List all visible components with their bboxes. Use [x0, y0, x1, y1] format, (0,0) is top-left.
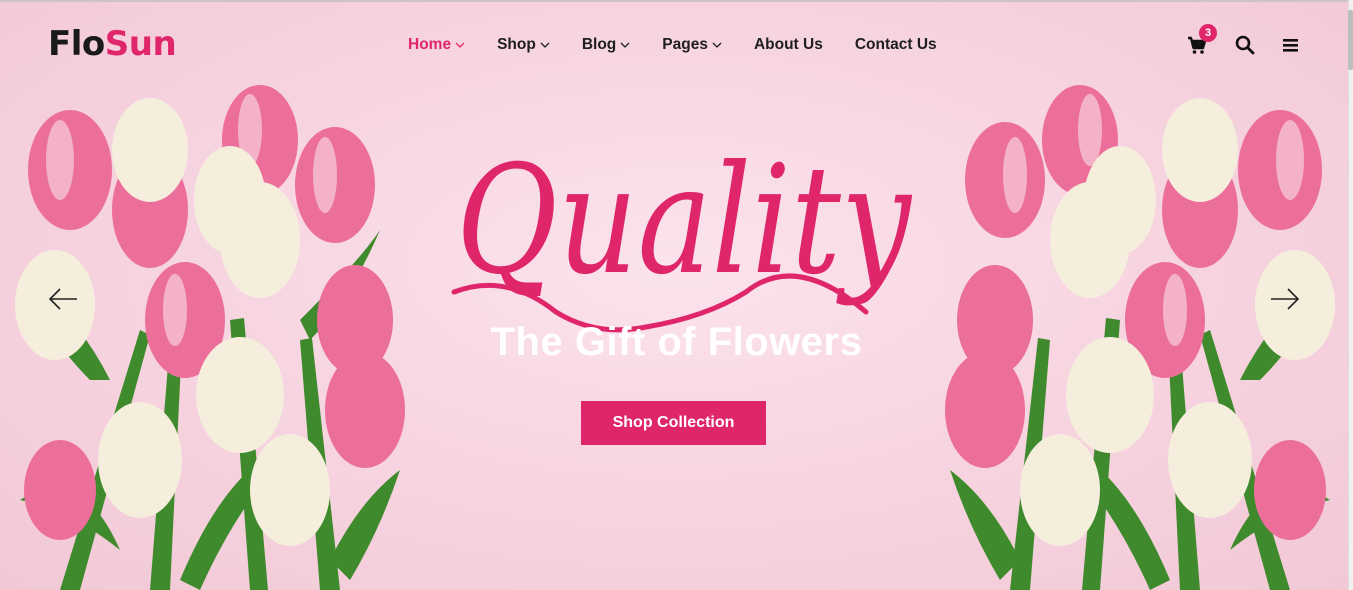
chevron-down-icon [455, 41, 465, 49]
hero-script-heading-text: Quality [456, 134, 913, 308]
nav-item-label: Contact Us [854, 36, 937, 53]
nav-item-about-us[interactable]: About Us [754, 36, 823, 54]
arrow-right-icon[interactable] [1270, 287, 1300, 311]
nav-item-blog[interactable]: Blog [582, 36, 630, 54]
top-border [0, 0, 1353, 2]
nav-item-pages[interactable]: Pages [662, 36, 722, 54]
hamburger-menu-icon [1283, 39, 1298, 52]
chevron-down-icon [712, 41, 722, 49]
cart-count-badge: 3 [1199, 24, 1217, 42]
scrollbar-thumb[interactable] [1348, 10, 1353, 70]
hero-script-heading: Quality [451, 134, 913, 333]
search-button[interactable] [1234, 30, 1258, 55]
brand-logo[interactable]: FloSun [48, 24, 177, 64]
nav-item-label: Blog [581, 36, 617, 53]
chevron-down-icon [620, 41, 630, 49]
shop-collection-button[interactable]: Shop Collection [581, 401, 766, 445]
menu-button[interactable] [1280, 30, 1304, 54]
nav-item-label: Home [408, 36, 452, 53]
hero-slider: Quality The Gift of Flowers Shop Collect… [0, 0, 1353, 590]
nav-item-contact-us[interactable]: Contact Us [855, 36, 937, 54]
cart-button[interactable]: 3 [1186, 24, 1217, 54]
brand-logo-part1: Flo [48, 24, 105, 64]
hero-subtitle: The Gift of Flowers [490, 320, 863, 364]
nav-item-label: Pages [662, 36, 708, 53]
brand-logo-part2: Sun [104, 24, 177, 64]
page-scrollbar[interactable] [1348, 0, 1353, 590]
arrow-left-icon[interactable] [48, 287, 78, 311]
search-icon [1235, 35, 1255, 55]
chevron-down-icon [540, 41, 550, 49]
nav-item-label: Shop [497, 36, 536, 53]
nav-item-home[interactable]: Home [408, 36, 465, 54]
nav-item-label: About Us [753, 36, 823, 53]
main-nav: Home Shop Blog Pages About Us Contact Us [408, 36, 969, 54]
nav-item-shop[interactable]: Shop [497, 36, 550, 54]
